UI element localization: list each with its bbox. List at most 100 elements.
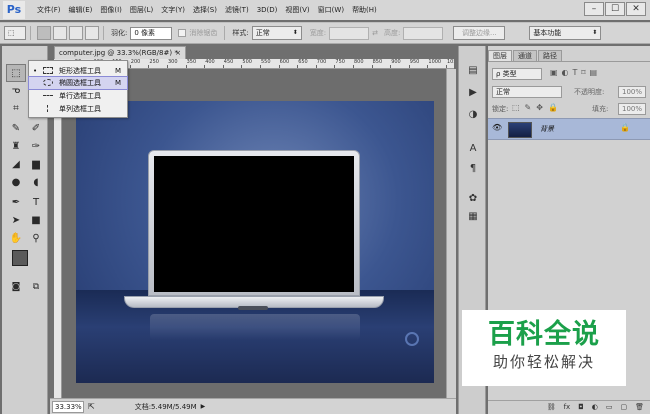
visibility-eye-icon[interactable]: 👁 bbox=[492, 123, 502, 132]
ruler-tick-mark bbox=[334, 65, 336, 68]
height-input[interactable] bbox=[403, 26, 444, 40]
subtract-selection-button[interactable] bbox=[69, 26, 83, 40]
flyout-item-row-marquee[interactable]: 单行选框工具 bbox=[29, 90, 127, 102]
swap-icon[interactable]: ⇄ bbox=[372, 29, 378, 37]
layer-kind-filter[interactable]: ρ 类型 bbox=[492, 68, 542, 80]
menu-select[interactable]: 选择(S) bbox=[189, 0, 221, 20]
opacity-input[interactable]: 100% bbox=[618, 86, 646, 98]
blend-mode-select[interactable]: 正常 bbox=[492, 86, 562, 98]
zoom-field[interactable]: 33.33% bbox=[52, 400, 84, 413]
lock-icons[interactable]: ⬚✎✥🔒 bbox=[512, 103, 563, 112]
close-tab-icon[interactable]: × bbox=[175, 47, 181, 59]
actions-panel-icon[interactable]: ▶ bbox=[465, 86, 481, 100]
layers-footer: ⛓ fx ◘ ◐ ▭ ▢ 🗑 bbox=[488, 400, 650, 414]
width-input[interactable] bbox=[329, 26, 370, 40]
document-tab[interactable]: computer.jpg @ 33.3%(RGB/8#) * × bbox=[54, 46, 186, 59]
marquee-tool-flyout: • 矩形选框工具 M 椭圆选框工具 M 单行选框工具 单列选框工具 bbox=[28, 60, 128, 118]
crop-tool-icon[interactable]: ⌗ bbox=[6, 100, 26, 118]
history-panel-icon[interactable]: ▤ bbox=[465, 64, 481, 78]
eyedropper-tool-icon[interactable]: ✎ bbox=[6, 120, 26, 138]
document-size-info: 文档:5.49M/5.49M bbox=[134, 402, 197, 411]
history-brush-icon[interactable]: ✑ bbox=[26, 138, 46, 156]
quick-mask-icon[interactable]: ◙ bbox=[6, 278, 26, 296]
tab-paths[interactable]: 路径 bbox=[538, 50, 562, 61]
style-select[interactable]: 正常 ⬍ bbox=[251, 26, 302, 40]
stamp-tool-icon[interactable]: ♜ bbox=[6, 138, 26, 156]
ruler-tick-label: 400 bbox=[205, 59, 215, 65]
intersect-selection-button[interactable] bbox=[85, 26, 99, 40]
vertical-scrollbar[interactable] bbox=[446, 69, 456, 399]
minimize-button[interactable]: – bbox=[584, 2, 604, 16]
ruler-tick-mark bbox=[315, 65, 317, 68]
shape-tool-icon[interactable]: ■ bbox=[26, 212, 46, 230]
layer-filter-icons[interactable]: ▣◐T⌑▤ bbox=[550, 68, 601, 77]
close-button[interactable]: ✕ bbox=[626, 2, 646, 16]
lasso-tool-icon[interactable]: ᓀ bbox=[6, 82, 26, 100]
new-selection-button[interactable] bbox=[37, 26, 51, 40]
zoom-tool-icon[interactable]: ⚲ bbox=[26, 230, 46, 248]
menu-filter[interactable]: 滤镜(T) bbox=[221, 0, 253, 20]
tool-preset-picker[interactable]: ⬚ bbox=[4, 26, 26, 40]
rect-marquee-tool-icon[interactable]: ⬚ bbox=[6, 64, 26, 82]
layer-thumbnail bbox=[508, 122, 532, 138]
antialias-checkbox[interactable] bbox=[178, 29, 187, 37]
status-menu-arrow-icon[interactable]: ▶ bbox=[201, 403, 206, 410]
menu-view[interactable]: 视图(V) bbox=[281, 0, 313, 20]
styles-panel-icon[interactable]: ✿ bbox=[465, 192, 481, 206]
mask-icon[interactable]: ◘ bbox=[578, 401, 584, 414]
add-selection-button[interactable] bbox=[53, 26, 67, 40]
tab-layers[interactable]: 图层 bbox=[488, 50, 512, 61]
menu-file[interactable]: 文件(F) bbox=[33, 0, 65, 20]
flyout-label: 单行选框工具 bbox=[59, 92, 101, 100]
fill-input[interactable]: 100% bbox=[618, 103, 646, 115]
trash-icon[interactable]: 🗑 bbox=[635, 401, 644, 414]
pen-tool-icon[interactable]: ✒ bbox=[6, 194, 26, 212]
menu-layer[interactable]: 图层(L) bbox=[126, 0, 157, 20]
foreground-color-swatch[interactable] bbox=[12, 250, 28, 266]
menu-edit[interactable]: 编辑(E) bbox=[65, 0, 97, 20]
status-bar: 33.33% ⇱ 文档:5.49M/5.49M ▶ bbox=[50, 398, 456, 414]
new-layer-icon[interactable]: ▢ bbox=[620, 401, 627, 414]
folder-icon[interactable]: ▭ bbox=[606, 401, 613, 414]
style-label: 样式: bbox=[232, 29, 249, 37]
feather-input[interactable]: 0 像素 bbox=[130, 26, 173, 40]
flyout-item-column-marquee[interactable]: 单列选框工具 bbox=[29, 103, 127, 115]
menu-image[interactable]: 图像(I) bbox=[96, 0, 126, 20]
fx-icon[interactable]: fx bbox=[564, 401, 571, 414]
menu-help[interactable]: 帮助(H) bbox=[348, 0, 381, 20]
dodge-tool-icon[interactable]: ◖ bbox=[26, 174, 46, 192]
blur-tool-icon[interactable]: ● bbox=[6, 174, 26, 192]
character-panel-icon[interactable]: A bbox=[465, 142, 481, 156]
paragraph-panel-icon[interactable]: ¶ bbox=[465, 162, 481, 176]
brush-tool-icon[interactable]: ✐ bbox=[26, 120, 46, 138]
refine-edge-button[interactable]: 调整边缘... bbox=[453, 26, 506, 40]
hand-tool-icon[interactable]: ✋ bbox=[6, 230, 26, 248]
maximize-button[interactable]: ☐ bbox=[605, 2, 625, 16]
layer-row-background[interactable]: 👁 背景 🔒 bbox=[488, 118, 650, 140]
watermark-title: 百科全说 bbox=[488, 319, 600, 350]
tab-channels[interactable]: 通道 bbox=[513, 50, 537, 61]
link-icon[interactable]: ⛓ bbox=[547, 401, 556, 414]
flyout-label: 椭圆选框工具 bbox=[59, 79, 101, 87]
ruler-tick-label: 800 bbox=[354, 59, 364, 65]
flyout-item-rect-marquee[interactable]: • 矩形选框工具 M bbox=[29, 65, 127, 77]
type-tool-icon[interactable]: T bbox=[26, 194, 46, 212]
ruler-tick-label: 250 bbox=[149, 59, 159, 65]
workspace-select[interactable]: 基本功能 ⬍ bbox=[529, 26, 602, 40]
column-marquee-icon bbox=[47, 105, 48, 112]
path-select-tool-icon[interactable]: ➤ bbox=[6, 212, 26, 230]
screen-mode-icon[interactable]: ⧉ bbox=[26, 278, 46, 296]
adjustments-panel-icon[interactable]: ◑ bbox=[465, 108, 481, 122]
ruler-tick-label: 900 bbox=[391, 59, 401, 65]
gradient-tool-icon[interactable]: ▆ bbox=[26, 156, 46, 174]
swatches-panel-icon[interactable]: ▦ bbox=[465, 210, 481, 224]
menu-type[interactable]: 文字(Y) bbox=[157, 0, 189, 20]
eraser-tool-icon[interactable]: ◢ bbox=[6, 156, 26, 174]
menu-3d[interactable]: 3D(D) bbox=[253, 0, 282, 20]
menu-window[interactable]: 窗口(W) bbox=[314, 0, 348, 20]
watermark: 百科全说 助你轻松解决 bbox=[462, 310, 626, 386]
adjustment-icon[interactable]: ◐ bbox=[592, 401, 598, 414]
export-icon[interactable]: ⇱ bbox=[88, 402, 95, 411]
workspace-value: 基本功能 bbox=[533, 29, 562, 37]
flyout-item-ellipse-marquee[interactable]: 椭圆选框工具 M bbox=[28, 76, 128, 90]
